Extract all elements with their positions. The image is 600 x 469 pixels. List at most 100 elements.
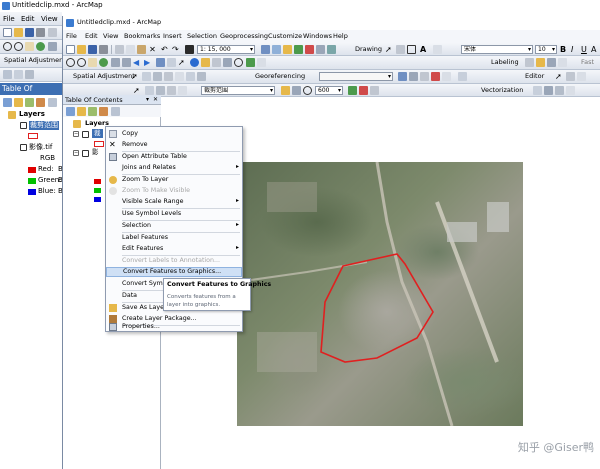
new-displacement-link-icon[interactable]	[142, 72, 151, 81]
print-icon[interactable]	[36, 28, 45, 37]
rotate-raster-icon[interactable]	[409, 72, 418, 81]
back-menu-view[interactable]: View	[41, 15, 58, 23]
menu-insert[interactable]: Insert	[163, 32, 182, 40]
menu-item-use-symbol-levels[interactable]: Use Symbol Levels	[106, 209, 242, 219]
select-features-icon[interactable]	[156, 58, 165, 67]
layer1-symbol[interactable]	[28, 133, 38, 139]
copy-icon[interactable]	[126, 45, 135, 54]
select-elements-icon[interactable]: ➚	[131, 72, 140, 81]
save-icon[interactable]	[25, 28, 34, 37]
fixed-zoom-icon[interactable]	[48, 42, 57, 51]
search-window-icon[interactable]	[294, 45, 303, 54]
back-layers-label[interactable]: Layers	[19, 110, 45, 119]
back-spatial-adjustment-label[interactable]: Spatial Adjustment	[4, 56, 66, 65]
toc-options-icon[interactable]	[111, 107, 120, 116]
identify-icon[interactable]	[190, 58, 199, 67]
select-elements-icon[interactable]: ➚	[178, 58, 187, 67]
menu-item-selection[interactable]: Selection ▸	[106, 221, 242, 231]
full-extent-icon[interactable]	[99, 58, 108, 67]
menu-item-visible-scale-range[interactable]: Visible Scale Range ▸	[106, 197, 242, 207]
map-scale-combo[interactable]: 1: 15, 000	[197, 45, 255, 54]
fixed-zoom-in-icon[interactable]	[111, 58, 120, 67]
cut-polygon-icon[interactable]	[167, 86, 176, 95]
editor-toolbar-icon[interactable]	[261, 45, 270, 54]
find-icon[interactable]	[234, 58, 243, 67]
menu-windows[interactable]: Windows	[303, 32, 332, 40]
show-preview-icon[interactable]	[555, 86, 564, 95]
rotate-icon[interactable]	[396, 45, 405, 54]
list-by-visibility-icon[interactable]	[88, 107, 97, 116]
edit-vertices-icon[interactable]	[433, 45, 442, 54]
view-unplaced-icon[interactable]	[547, 58, 556, 67]
measure-icon[interactable]	[223, 58, 232, 67]
pixel-erase-icon[interactable]	[359, 86, 368, 95]
cut-icon[interactable]	[115, 45, 124, 54]
back-menu-file[interactable]: File	[3, 15, 15, 23]
georeferencing-layer-combo[interactable]	[319, 72, 393, 81]
delete-icon[interactable]: ✕	[148, 45, 157, 54]
cell-selection-icon[interactable]	[292, 86, 301, 95]
trace-raster-icon[interactable]	[566, 86, 575, 95]
list-by-selection-icon[interactable]	[36, 98, 45, 107]
menu-item-joins-and-relates[interactable]: Joins and Relates ▸	[106, 163, 242, 173]
underline-icon[interactable]: U	[581, 45, 590, 54]
vectorization-toolbar-label[interactable]: Vectorization	[481, 86, 523, 95]
layer2-expand-icon[interactable]: −	[73, 150, 79, 156]
spatial-adjustment-label[interactable]: Spatial Adjustment	[73, 72, 135, 81]
back-menu-edit[interactable]: Edit	[21, 15, 35, 23]
paste-icon[interactable]	[137, 45, 146, 54]
zoom-percent-combo[interactable]: 600	[315, 86, 343, 95]
reshape-icon[interactable]	[178, 86, 187, 95]
menu-item-properties[interactable]: Properties...	[106, 322, 242, 332]
menu-help[interactable]: Help	[333, 32, 348, 40]
text-icon[interactable]: A	[420, 45, 429, 54]
layer1-symbol[interactable]	[94, 141, 104, 147]
menu-item-zoom-to-layer[interactable]: Zoom To Layer	[106, 175, 242, 185]
raster-cleanup-icon[interactable]	[281, 86, 290, 95]
menu-geoprocessing[interactable]: Geoprocessing	[220, 32, 268, 40]
new-icon[interactable]	[3, 28, 12, 37]
vectorize-settings-icon[interactable]	[533, 86, 542, 95]
catalog-window-icon[interactable]	[283, 45, 292, 54]
toc-window-icon[interactable]	[272, 45, 281, 54]
open-icon[interactable]	[77, 45, 86, 54]
hyperlink-icon[interactable]	[201, 58, 210, 67]
italic-icon[interactable]: I	[571, 45, 580, 54]
labeling-toolbar-label[interactable]: Labeling	[491, 58, 519, 67]
print-icon[interactable]	[99, 45, 108, 54]
editor-toolbar-label[interactable]: Editor	[525, 72, 544, 81]
time-slider-icon[interactable]	[246, 58, 255, 67]
list-by-drawing-order-icon[interactable]	[3, 98, 12, 107]
menu-edit[interactable]: Edit	[85, 32, 98, 40]
layer2-name[interactable]: 影	[92, 148, 99, 157]
list-by-selection-icon[interactable]	[99, 107, 108, 116]
lock-labels-icon[interactable]	[536, 58, 545, 67]
zoom-out-icon[interactable]	[77, 58, 86, 67]
bold-icon[interactable]: B	[560, 45, 569, 54]
python-window-icon[interactable]	[316, 45, 325, 54]
trace-icon[interactable]	[156, 86, 165, 95]
new-icon[interactable]	[66, 45, 75, 54]
model-builder-icon[interactable]	[327, 45, 336, 54]
layer-edit-icon[interactable]	[145, 86, 154, 95]
shift-raster-icon[interactable]	[420, 72, 429, 81]
menu-selection[interactable]: Selection	[187, 32, 217, 40]
zoom-in-icon[interactable]	[3, 42, 12, 51]
arctoolbox-icon[interactable]	[305, 45, 314, 54]
list-by-visibility-icon[interactable]	[25, 98, 34, 107]
pixel-fill-icon[interactable]	[348, 86, 357, 95]
layer2-checkbox[interactable]	[20, 144, 27, 151]
list-by-source-icon[interactable]	[77, 107, 86, 116]
menu-file[interactable]: File	[66, 32, 77, 40]
sketch-icon[interactable]	[25, 70, 34, 79]
georef-target-layer-combo[interactable]: 裁剪范围	[201, 86, 275, 95]
add-data-icon[interactable]	[185, 45, 194, 54]
html-popup-icon[interactable]	[212, 58, 221, 67]
list-by-drawing-order-icon[interactable]	[66, 107, 75, 116]
menu-bookmarks[interactable]: Bookmarks	[124, 32, 160, 40]
link-table-icon[interactable]	[197, 72, 206, 81]
clear-selection-icon[interactable]	[167, 58, 176, 67]
font-color-icon[interactable]: A	[591, 45, 600, 54]
menu-item-copy[interactable]: Copy	[106, 129, 242, 139]
layer1-checkbox[interactable]	[20, 122, 27, 129]
